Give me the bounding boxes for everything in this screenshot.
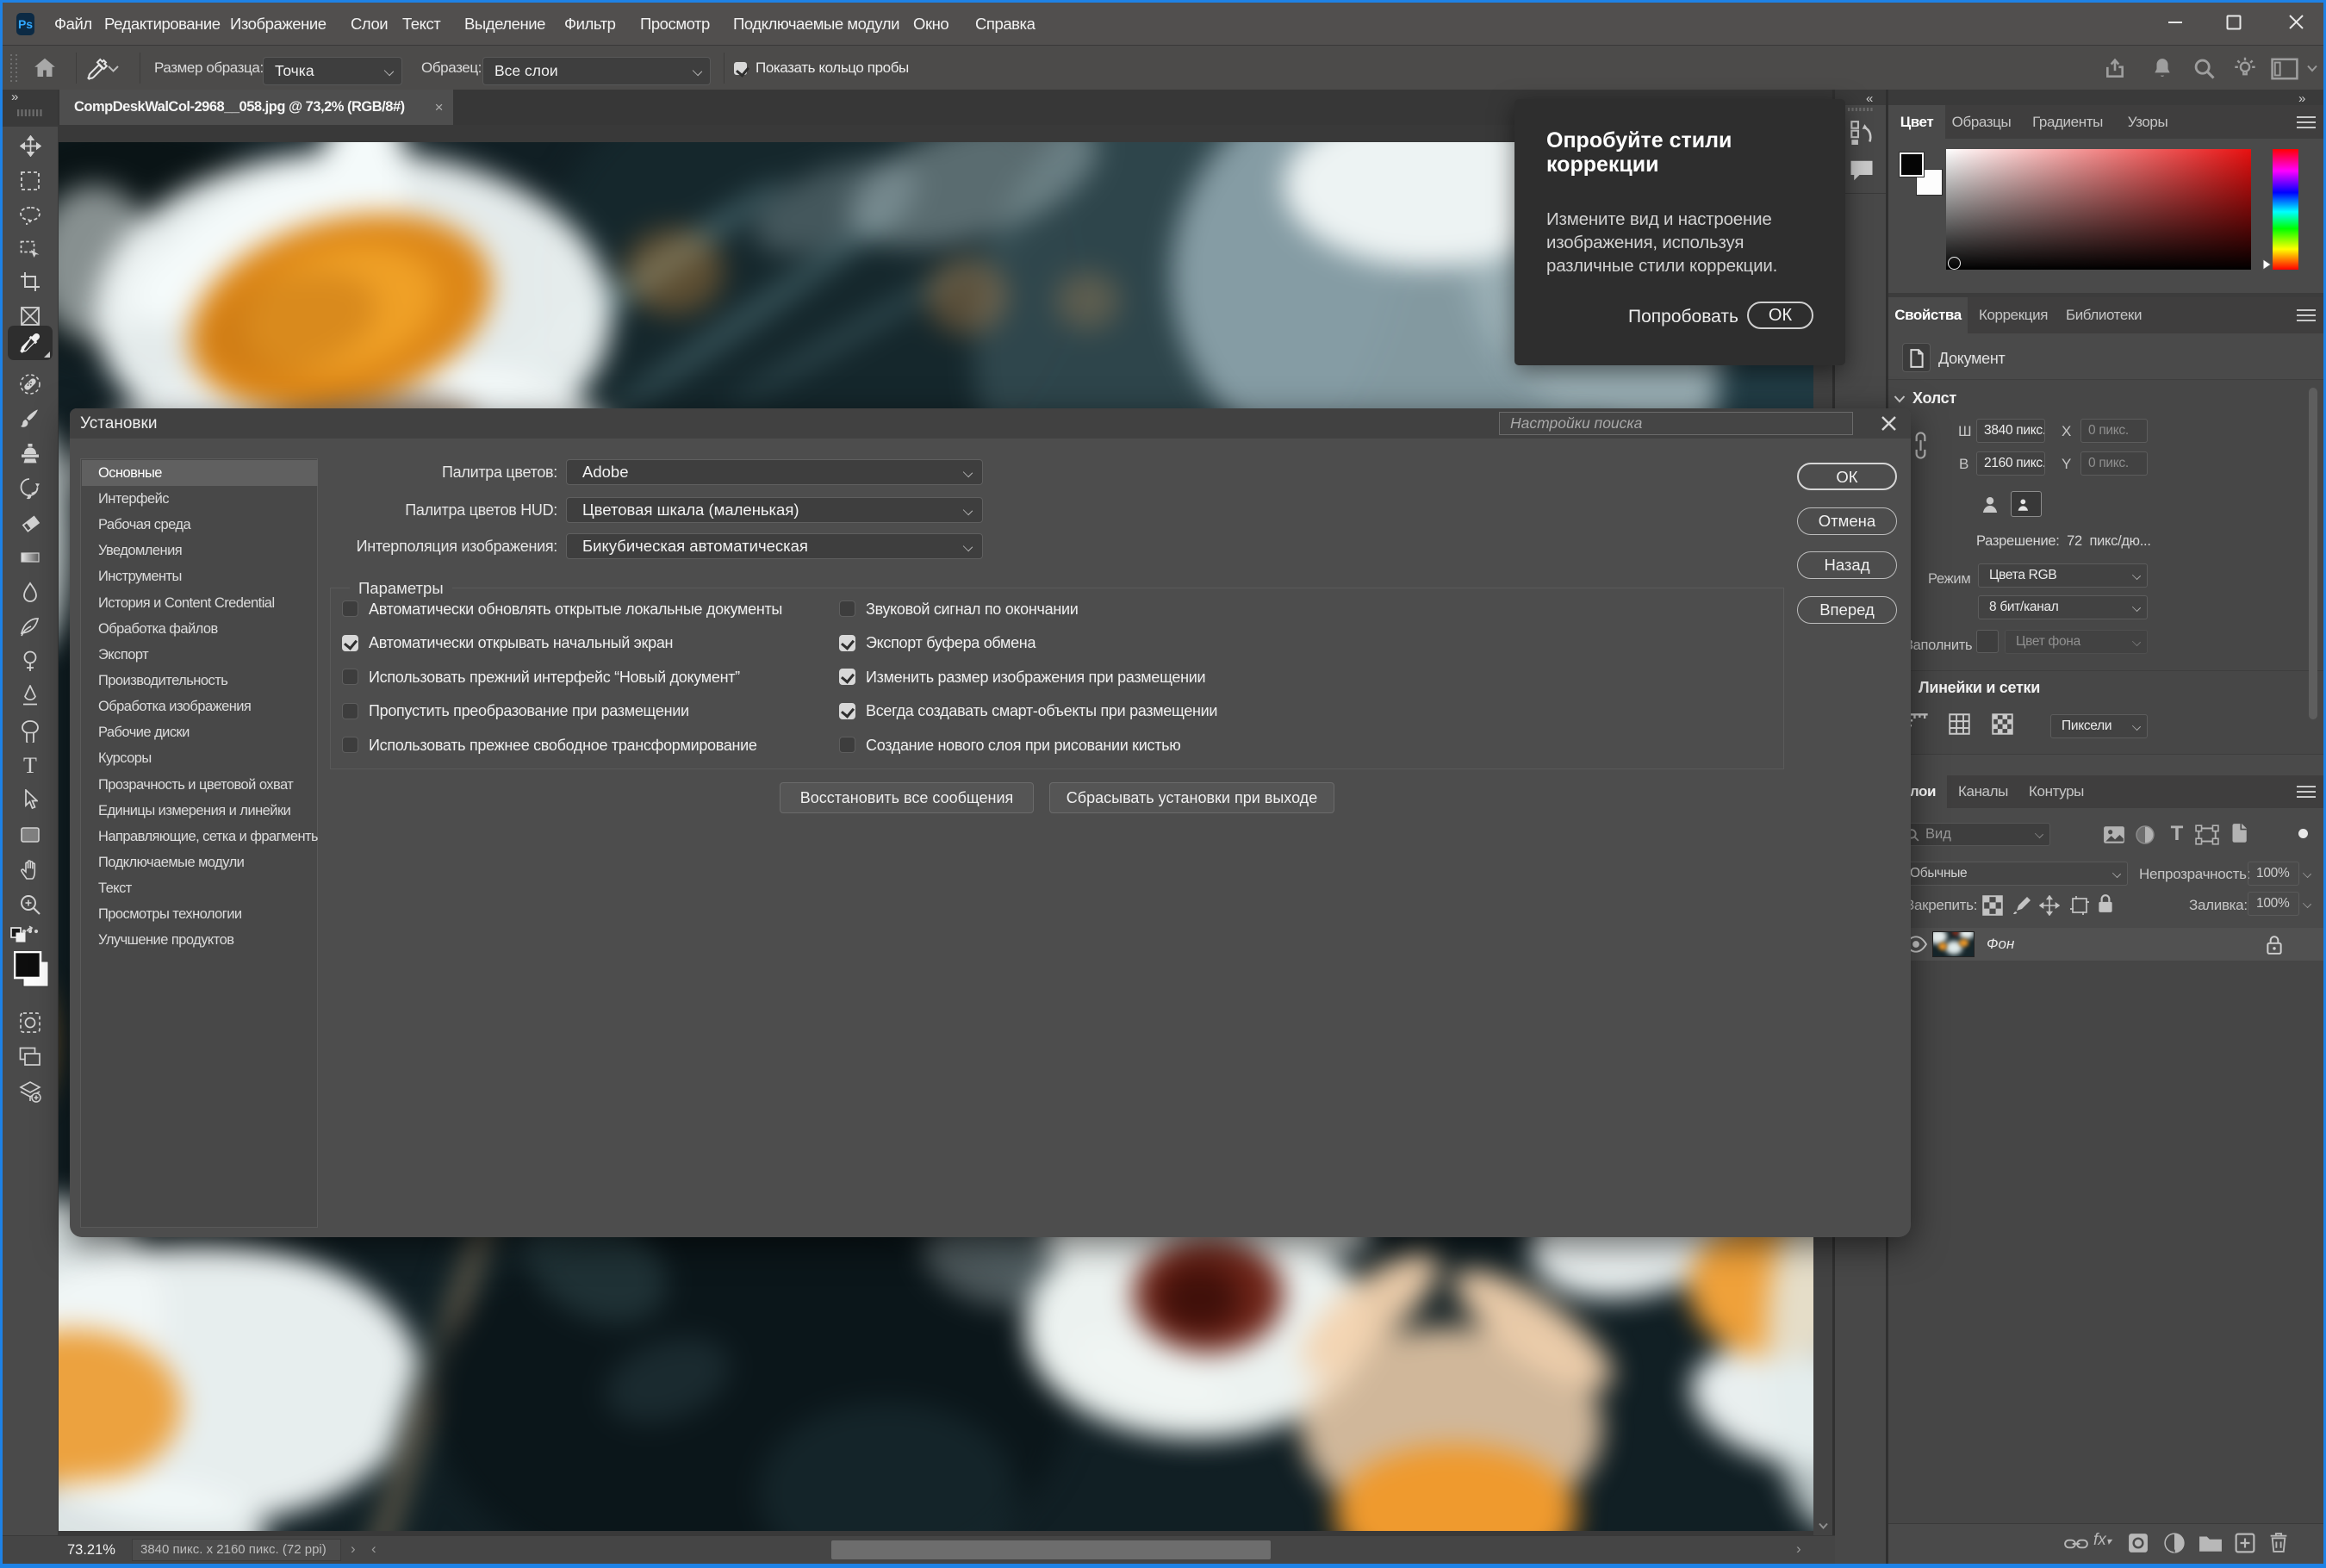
svg-text:T: T: [23, 755, 37, 777]
